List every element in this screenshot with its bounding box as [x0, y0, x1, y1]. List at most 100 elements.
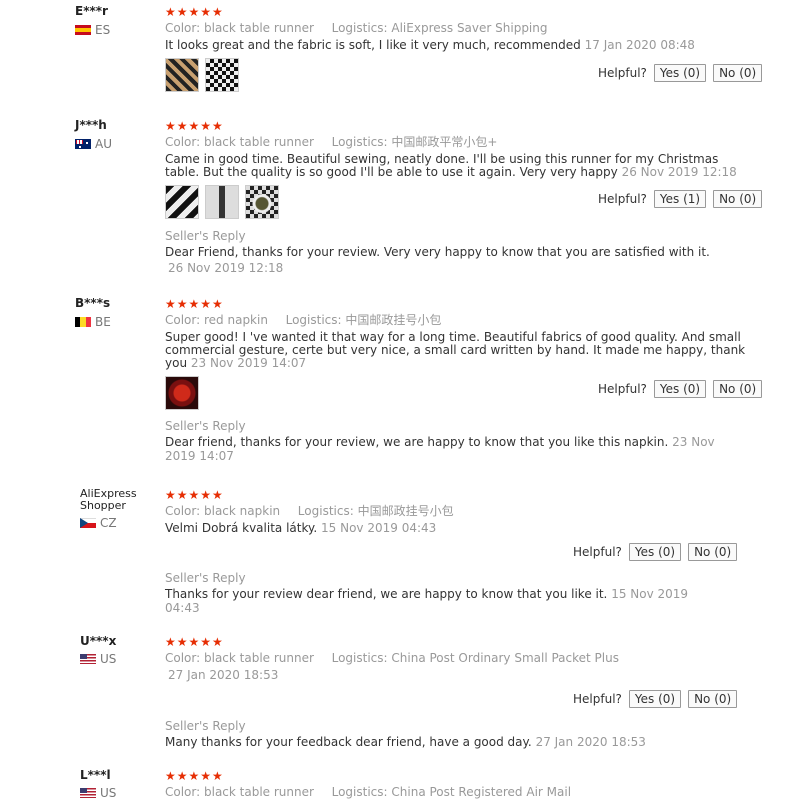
seller-reply-content: Dear friend, thanks for your review, we …: [165, 435, 669, 449]
review-body: ★★★★★ Color: black table runner Logistic…: [165, 770, 571, 799]
logistics-label: Logistics:: [331, 651, 388, 665]
rating-stars: ★★★★★: [165, 297, 224, 311]
review-photo[interactable]: [165, 185, 199, 219]
color-label: Color:: [165, 504, 201, 518]
seller-reply: Seller's Reply Dear friend, thanks for y…: [165, 420, 715, 463]
country-code: CZ: [100, 516, 117, 530]
helpful-no-button[interactable]: No (0): [688, 543, 738, 561]
review-date: 17 Jan 2020 08:48: [584, 38, 695, 52]
review-photo[interactable]: [165, 58, 199, 92]
flag-be-icon: [75, 317, 91, 327]
seller-reply-text: Many thanks for your feedback dear frien…: [165, 736, 646, 749]
seller-reply-date: 15 Nov 2019: [611, 587, 689, 601]
flag-es-icon: [75, 25, 91, 35]
review-photo[interactable]: [205, 58, 239, 92]
review-photo[interactable]: [245, 185, 279, 219]
color-label: Color:: [165, 21, 201, 35]
reviewer-name: AliExpress Shopper: [80, 488, 137, 512]
seller-reply-title: Seller's Reply: [165, 571, 246, 585]
reviewer-name-line: Shopper: [80, 499, 126, 512]
country-code: BE: [95, 315, 111, 329]
helpful-label: Helpful?: [598, 382, 647, 396]
rating-stars: ★★★★★: [165, 488, 224, 502]
helpful-yes-button[interactable]: Yes (0): [653, 380, 707, 398]
helpful-no-button[interactable]: No (0): [713, 380, 763, 398]
color-label: Color:: [165, 313, 201, 327]
reviewer-name: B***s: [75, 296, 111, 310]
color-value: black napkin: [204, 504, 281, 518]
country-code: ES: [95, 23, 111, 37]
review-text-content: It looks great and the fabric is soft, I…: [165, 38, 581, 52]
seller-reply: Seller's Reply Thanks for your review de…: [165, 572, 688, 615]
helpful-vote: Helpful? Yes (0) No (0): [573, 543, 738, 561]
helpful-yes-button[interactable]: Yes (1): [653, 190, 707, 208]
logistics-label: Logistics:: [331, 785, 388, 799]
reviewer-country: US: [80, 786, 116, 800]
review-meta: Color: black table runner Logistics: Chi…: [165, 786, 571, 799]
seller-reply-date: 26 Nov 2019 12:18: [168, 261, 284, 275]
reviewer-name: U***x: [80, 634, 117, 648]
flag-us-icon: [80, 788, 96, 798]
review-text: Super good! I 've wanted it that way for…: [165, 331, 745, 370]
color-value: black table runner: [204, 135, 314, 149]
helpful-no-button[interactable]: No (0): [688, 690, 738, 708]
seller-reply: Seller's Reply Many thanks for your feed…: [165, 720, 646, 749]
seller-reply-date-cont: 2019 14:07: [165, 449, 234, 463]
logistics-label: Logistics:: [285, 313, 342, 327]
helpful-yes-button[interactable]: Yes (0): [653, 64, 707, 82]
seller-reply-title: Seller's Reply: [165, 419, 246, 433]
review-text: It looks great and the fabric is soft, I…: [165, 39, 695, 52]
rating-stars: ★★★★★: [165, 635, 224, 649]
color-label: Color:: [165, 785, 201, 799]
country-code: US: [100, 652, 117, 666]
country-code: US: [100, 786, 117, 800]
seller-reply-content: Thanks for your review dear friend, we a…: [165, 587, 608, 601]
rating-stars: ★★★★★: [165, 769, 224, 783]
review-text-content: Velmi Dobrá kvalita látky.: [165, 521, 318, 535]
helpful-label: Helpful?: [598, 66, 647, 80]
helpful-no-button[interactable]: No (0): [713, 64, 763, 82]
review-text: Came in good time. Beautiful sewing, nea…: [165, 153, 737, 179]
seller-reply: Seller's Reply Dear Friend, thanks for y…: [165, 230, 710, 275]
review-text-line: table. But the quality is so good I'll b…: [165, 165, 618, 179]
reviewer-country: CZ: [80, 516, 117, 530]
review-meta: Color: black table runner Logistics: Chi…: [165, 652, 619, 665]
logistics-value: China Post Ordinary Small Packet Plus: [391, 651, 619, 665]
seller-reply-text: Dear Friend, thanks for your review. Ver…: [165, 245, 710, 259]
helpful-label: Helpful?: [573, 545, 622, 559]
review-meta: Color: black table runner Logistics: 中国邮…: [165, 136, 737, 149]
seller-reply-date-cont: 04:43: [165, 601, 200, 615]
logistics-label: Logistics:: [297, 504, 354, 518]
rating-stars: ★★★★★: [165, 5, 224, 19]
review-body: ★★★★★ Color: black table runner Logistic…: [165, 636, 619, 682]
reviewer-name: J***h: [75, 118, 107, 132]
review-body: ★★★★★ Color: black napkin Logistics: 中国邮…: [165, 489, 454, 535]
seller-reply-title: Seller's Reply: [165, 229, 246, 243]
helpful-yes-button[interactable]: Yes (0): [628, 543, 682, 561]
logistics-value: 中国邮政平常小包+: [391, 135, 498, 149]
reviewer-name: E***r: [75, 4, 108, 18]
reviewer-country: BE: [75, 315, 111, 329]
review-text-line: you: [165, 356, 188, 370]
helpful-vote: Helpful? Yes (0) No (0): [573, 690, 738, 708]
seller-reply-title: Seller's Reply: [165, 719, 246, 733]
country-code: AU: [95, 137, 112, 151]
color-value: black table runner: [204, 651, 314, 665]
helpful-label: Helpful?: [598, 192, 647, 206]
review-photo[interactable]: [205, 185, 239, 219]
review-photo[interactable]: [165, 376, 199, 410]
logistics-label: Logistics:: [331, 135, 388, 149]
seller-reply-text: Thanks for your review dear friend, we a…: [165, 588, 688, 601]
flag-au-icon: [75, 139, 91, 149]
seller-reply-date: 23 Nov: [672, 435, 715, 449]
seller-reply-date: 27 Jan 2020 18:53: [535, 735, 646, 749]
logistics-label: Logistics:: [331, 21, 388, 35]
logistics-value: 中国邮政挂号小包: [357, 504, 454, 518]
color-label: Color:: [165, 651, 201, 665]
helpful-yes-button[interactable]: Yes (0): [628, 690, 682, 708]
review-meta: Color: red napkin Logistics: 中国邮政挂号小包: [165, 314, 745, 327]
rating-stars: ★★★★★: [165, 119, 224, 133]
helpful-no-button[interactable]: No (0): [713, 190, 763, 208]
reviewer-name: L***l: [80, 768, 111, 782]
color-value: black table runner: [204, 21, 314, 35]
